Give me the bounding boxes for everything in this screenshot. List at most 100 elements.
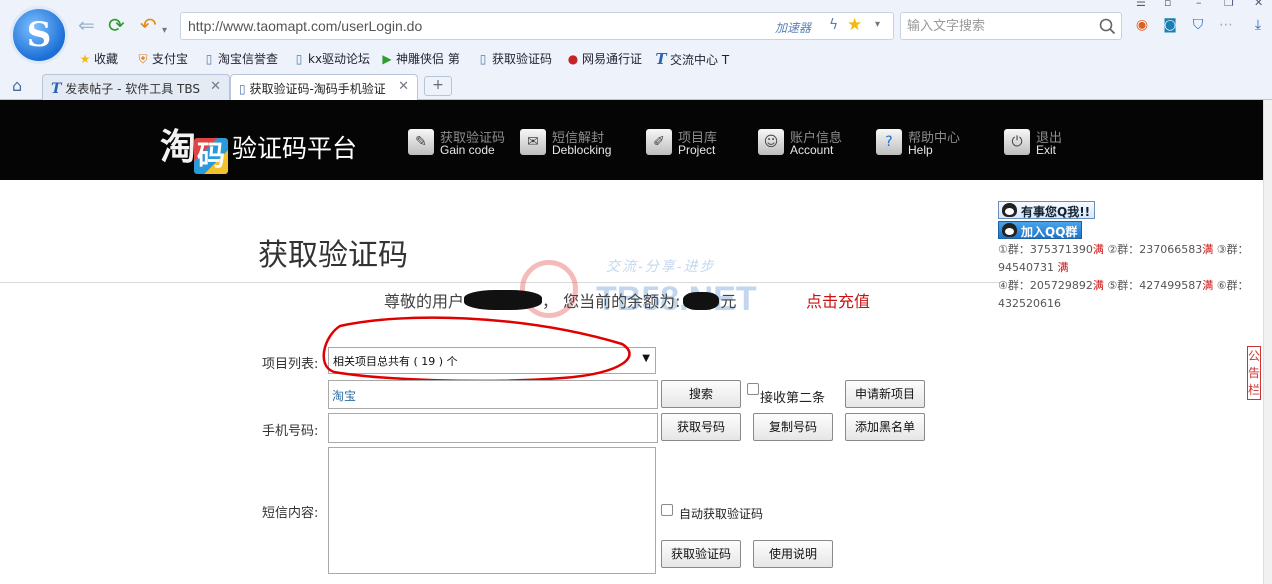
search-box[interactable] <box>900 12 1122 40</box>
notice-tab-label: 公告栏 <box>1248 349 1261 397</box>
minimize-icon[interactable]: – <box>1196 0 1202 9</box>
bookmark-taobao-credit[interactable]: ▯ 淘宝信誉查 <box>202 50 278 67</box>
phone-input[interactable] <box>328 413 658 443</box>
address-bar[interactable]: http://www.taomapt.com/userLogin.do 加速器 … <box>180 12 894 40</box>
group-full-badge: 满 <box>1202 279 1214 292</box>
download-icon[interactable]: ⤓ <box>1249 16 1267 34</box>
bookmark-label: kx驱动论坛 <box>308 52 371 66</box>
qq-penguin-icon <box>1002 223 1017 237</box>
back-arrow-icon[interactable]: ⇐ <box>78 14 95 36</box>
close-tab-icon[interactable]: ✕ <box>210 79 221 94</box>
receive-second-label: 接收第二条 <box>760 391 826 406</box>
url-text[interactable]: http://www.taomapt.com/userLogin.do <box>188 18 422 34</box>
menu-icon[interactable]: ☰ <box>1136 0 1146 9</box>
sms-content-textarea[interactable] <box>328 447 656 574</box>
group-number: 205729892 <box>1029 279 1093 292</box>
bookmark-label: 支付宝 <box>152 52 189 66</box>
group-prefix: ③群： <box>1216 243 1249 256</box>
bookmark-exchange-center[interactable]: T 交流中心 T <box>654 50 729 68</box>
qq-group-list: ①群：375371390满 ②群：237066583满 ③群：94540731 … <box>998 241 1258 313</box>
project-list-label: 项目列表: <box>262 357 319 372</box>
nav-label-en: Account <box>790 143 834 157</box>
refresh-icon[interactable]: ⟳ <box>108 14 125 36</box>
project-select-value: 相关项目总共有 ( 19 ) 个 <box>333 355 458 368</box>
favorite-star-icon[interactable]: ★ <box>847 15 862 35</box>
qq-contact-button[interactable]: 有事您Q我!! <box>998 201 1096 219</box>
auto-code-label: 自动获取验证码 <box>679 507 764 521</box>
greeting-prefix: 尊敬的用户 <box>384 292 465 311</box>
site-logo[interactable]: 淘码验证码平台 <box>160 118 357 174</box>
get-number-button[interactable]: 获取号码 <box>661 413 741 441</box>
join-qq-group-button[interactable]: 加入QQ群 <box>998 221 1083 239</box>
gain-code-icon: ✎ <box>408 129 434 155</box>
qq-contact-label: 有事您Q我!! <box>1021 205 1091 219</box>
add-blacklist-button[interactable]: 添加黑名单 <box>845 413 925 441</box>
account-icon: ☺ <box>758 129 784 155</box>
help-icon: ? <box>876 129 902 155</box>
tab-post-thread[interactable]: T 发表帖子 - 软件工具 TBS ✕ <box>42 74 230 100</box>
search-input[interactable] <box>907 18 1087 33</box>
search-button[interactable]: 搜索 <box>661 380 741 408</box>
close-tab-icon[interactable]: ✕ <box>398 79 409 94</box>
more-icon[interactable]: ⋯ <box>1217 16 1235 34</box>
receive-second-checkbox[interactable] <box>747 383 759 395</box>
skin-icon[interactable]: ▫ <box>1164 0 1171 9</box>
bookmark-favorites[interactable]: ★ 收藏 <box>78 50 118 67</box>
accelerator-label[interactable]: 加速器 <box>775 19 811 36</box>
site-header: 淘码验证码平台 ✎ 获取验证码 Gain code ✉ 短信解封 Deblock… <box>0 100 1263 180</box>
title-divider <box>0 282 1000 283</box>
instructions-button[interactable]: 使用说明 <box>753 540 833 568</box>
copy-number-button[interactable]: 复制号码 <box>753 413 833 441</box>
bookmark-netease[interactable]: ● 网易通行证 <box>566 50 642 67</box>
qq-group-item: ⑤群：427499587满 <box>1107 279 1213 292</box>
bookmark-kx-forum[interactable]: ▯ kx驱动论坛 <box>292 50 370 67</box>
bookmark-label: 网易通行证 <box>582 52 643 66</box>
redacted-username <box>464 290 543 310</box>
weibo-icon[interactable]: ◉ <box>1133 16 1151 34</box>
project-icon: ✐ <box>646 129 672 155</box>
bookmark-label: 神雕侠侣 第 <box>396 52 460 66</box>
play-icon: ▶ <box>382 52 392 66</box>
group-prefix: ⑤群： <box>1107 279 1140 292</box>
auto-code-checkbox[interactable] <box>661 504 673 516</box>
netease-icon: ● <box>567 52 579 66</box>
project-select[interactable]: 相关项目总共有 ( 19 ) 个 ▼ <box>328 347 656 374</box>
apply-new-project-button[interactable]: 申请新项目 <box>845 380 925 408</box>
bookmark-shendiao[interactable]: ▶ 神雕侠侣 第 <box>380 50 460 67</box>
project-keyword-input[interactable]: 淘宝 <box>328 380 658 409</box>
undo-icon[interactable]: ↶ <box>140 14 157 36</box>
group-full-badge: 满 <box>1092 279 1104 292</box>
search-icon[interactable] <box>1099 18 1116 35</box>
nav-label-en: Project <box>678 143 716 157</box>
undo-dropdown-icon[interactable]: ▾ <box>162 20 167 42</box>
balance-line: 尊敬的用户 ， 您当前的余额为: 元 <box>384 288 737 312</box>
bookmark-label: 获取验证码 <box>492 52 553 66</box>
logo-char-tao: 淘 <box>160 126 196 168</box>
qq-group-item: ④群：205729892满 <box>998 279 1104 292</box>
shield-icon[interactable]: ⛉ <box>1189 16 1207 34</box>
close-window-icon[interactable]: ✕ <box>1254 0 1263 9</box>
nav-label-en: Help <box>908 143 933 157</box>
recharge-link[interactable]: 点击充值 <box>806 288 870 312</box>
browser-logo-icon[interactable]: S <box>10 6 68 64</box>
get-code-button[interactable]: 获取验证码 <box>661 540 741 568</box>
group-number: 94540731 <box>998 261 1054 274</box>
bookmark-get-code[interactable]: ▯ 获取验证码 <box>476 50 552 67</box>
alipay-icon: ⛨ <box>138 52 148 66</box>
url-dropdown-icon[interactable]: ▾ <box>875 19 880 30</box>
lightning-icon[interactable]: ϟ <box>829 17 838 33</box>
qq-penguin-icon <box>1002 203 1017 217</box>
qq-group-label: 加入QQ群 <box>1021 225 1078 239</box>
scrollbar[interactable] <box>1263 100 1272 584</box>
tab-label: 获取验证码-淘码手机验证 <box>249 82 386 96</box>
new-tab-button[interactable]: + <box>424 76 452 96</box>
notice-board-tab[interactable]: 公告栏 <box>1247 346 1261 400</box>
screenshot-icon[interactable]: ◙ <box>1161 16 1179 34</box>
balance-unit: 元 <box>720 292 737 311</box>
group-prefix: ⑥群： <box>1216 279 1249 292</box>
restore-icon[interactable]: ❐ <box>1224 0 1234 9</box>
group-full-badge: 满 <box>1202 243 1214 256</box>
home-icon[interactable]: ⌂ <box>12 76 22 95</box>
bookmark-alipay[interactable]: ⛨ 支付宝 <box>136 50 188 67</box>
tab-get-code[interactable]: ▯ 获取验证码-淘码手机验证 ✕ <box>230 74 418 101</box>
